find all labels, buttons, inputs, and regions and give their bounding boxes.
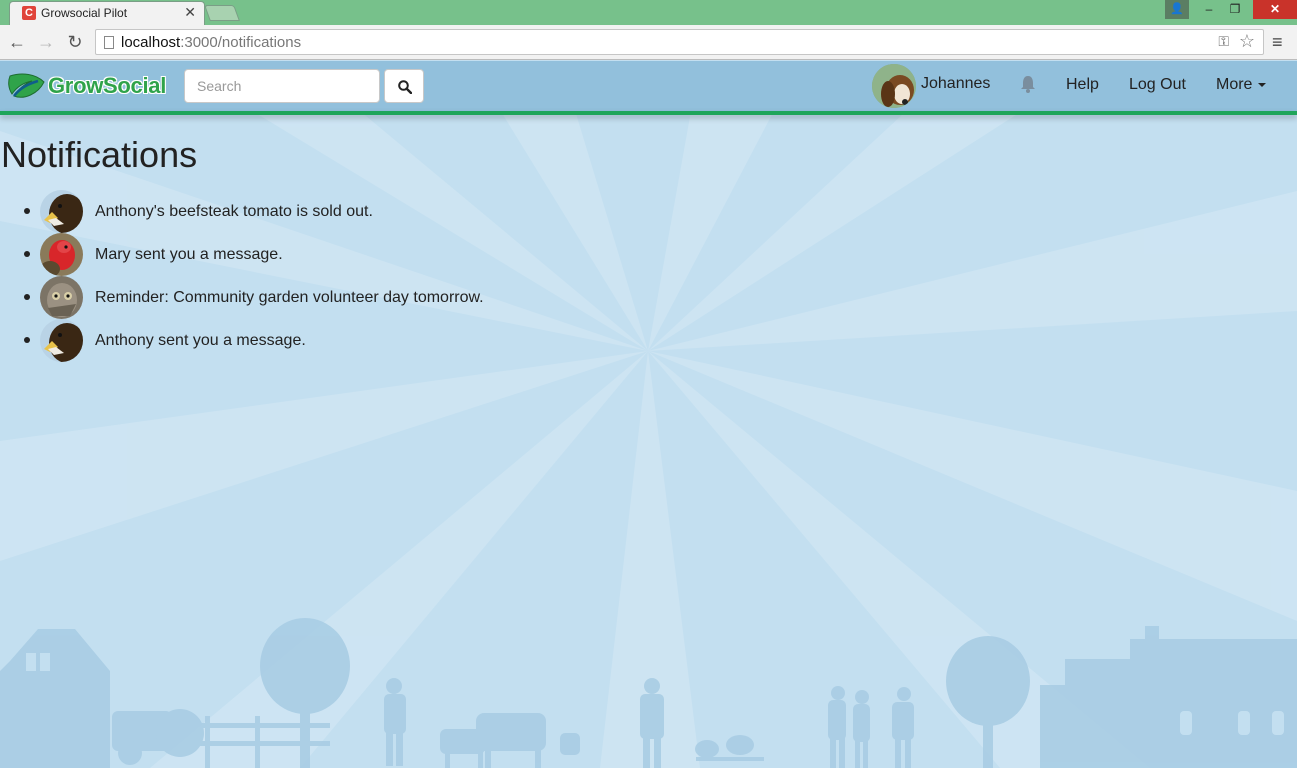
bell-icon[interactable] <box>1019 74 1037 94</box>
tab-title: Growsocial Pilot <box>41 6 128 20</box>
bookmark-star-icon[interactable]: ☆ <box>1239 31 1255 52</box>
eagle-avatar[interactable] <box>40 190 83 233</box>
browser-menu-icon[interactable]: ≡ <box>1272 32 1290 52</box>
more-dropdown[interactable]: More <box>1216 76 1267 94</box>
notification-text[interactable]: Anthony's beefsteak tomato is sold out. <box>95 203 373 221</box>
notification-item[interactable]: Anthony's beefsteak tomato is sold out. <box>0 190 600 233</box>
navbar-accent-bar <box>0 111 1297 115</box>
eagle-avatar[interactable] <box>40 319 83 362</box>
bullet <box>24 251 30 257</box>
notification-item[interactable]: Mary sent you a message. <box>0 233 600 276</box>
bullet <box>24 208 30 214</box>
key-icon[interactable]: ⚿ <box>1218 33 1229 50</box>
search-input[interactable] <box>184 69 380 103</box>
browser-titlebar: C Growsocial Pilot ✕ 👤 ‒ ❐ ✕ <box>0 0 1297 25</box>
tab-close-icon[interactable]: ✕ <box>184 4 196 21</box>
reload-icon[interactable]: ↻ <box>64 31 86 53</box>
user-name-link[interactable]: Johannes <box>921 75 990 93</box>
caret-down-icon <box>1258 82 1267 87</box>
minimize-button[interactable]: ‒ <box>1197 0 1221 19</box>
profile-icon[interactable]: 👤 <box>1165 0 1189 19</box>
leaf-logo-icon <box>8 73 45 98</box>
notification-text[interactable]: Anthony sent you a message. <box>95 332 306 350</box>
bullet <box>24 337 30 343</box>
favicon-icon: C <box>22 6 36 20</box>
forward-arrow-icon[interactable]: → <box>35 31 57 53</box>
browser-toolbar: ← → ↻ localhost:3000/notifications ⚿ ☆ ≡ <box>0 25 1297 60</box>
owl-avatar[interactable] <box>40 276 83 319</box>
window-close-button[interactable]: ✕ <box>1253 0 1297 19</box>
notification-item[interactable]: Reminder: Community garden volunteer day… <box>0 276 600 319</box>
help-link[interactable]: Help <box>1066 76 1099 94</box>
browser-tab[interactable]: C Growsocial Pilot ✕ <box>9 1 205 25</box>
restore-button[interactable]: ❐ <box>1222 0 1248 19</box>
search-button[interactable] <box>384 69 424 103</box>
notification-item[interactable]: Anthony sent you a message. <box>0 319 600 362</box>
more-label: More <box>1216 76 1253 93</box>
address-bar[interactable]: localhost:3000/notifications ⚿ ☆ <box>95 29 1264 55</box>
turkey-avatar[interactable] <box>40 233 83 276</box>
url-text[interactable]: localhost:3000/notifications <box>121 34 301 51</box>
new-tab-button[interactable] <box>204 5 240 21</box>
notification-text[interactable]: Mary sent you a message. <box>95 246 283 264</box>
page-icon <box>104 36 114 49</box>
search-icon <box>398 80 412 94</box>
bullet <box>24 294 30 300</box>
logo-text: GrowSocial <box>48 73 167 98</box>
notification-text[interactable]: Reminder: Community garden volunteer day… <box>95 289 484 307</box>
user-avatar[interactable] <box>872 64 916 108</box>
logout-link[interactable]: Log Out <box>1129 76 1186 94</box>
page-title: Notifications <box>1 134 198 175</box>
back-arrow-icon[interactable]: ← <box>6 31 28 53</box>
